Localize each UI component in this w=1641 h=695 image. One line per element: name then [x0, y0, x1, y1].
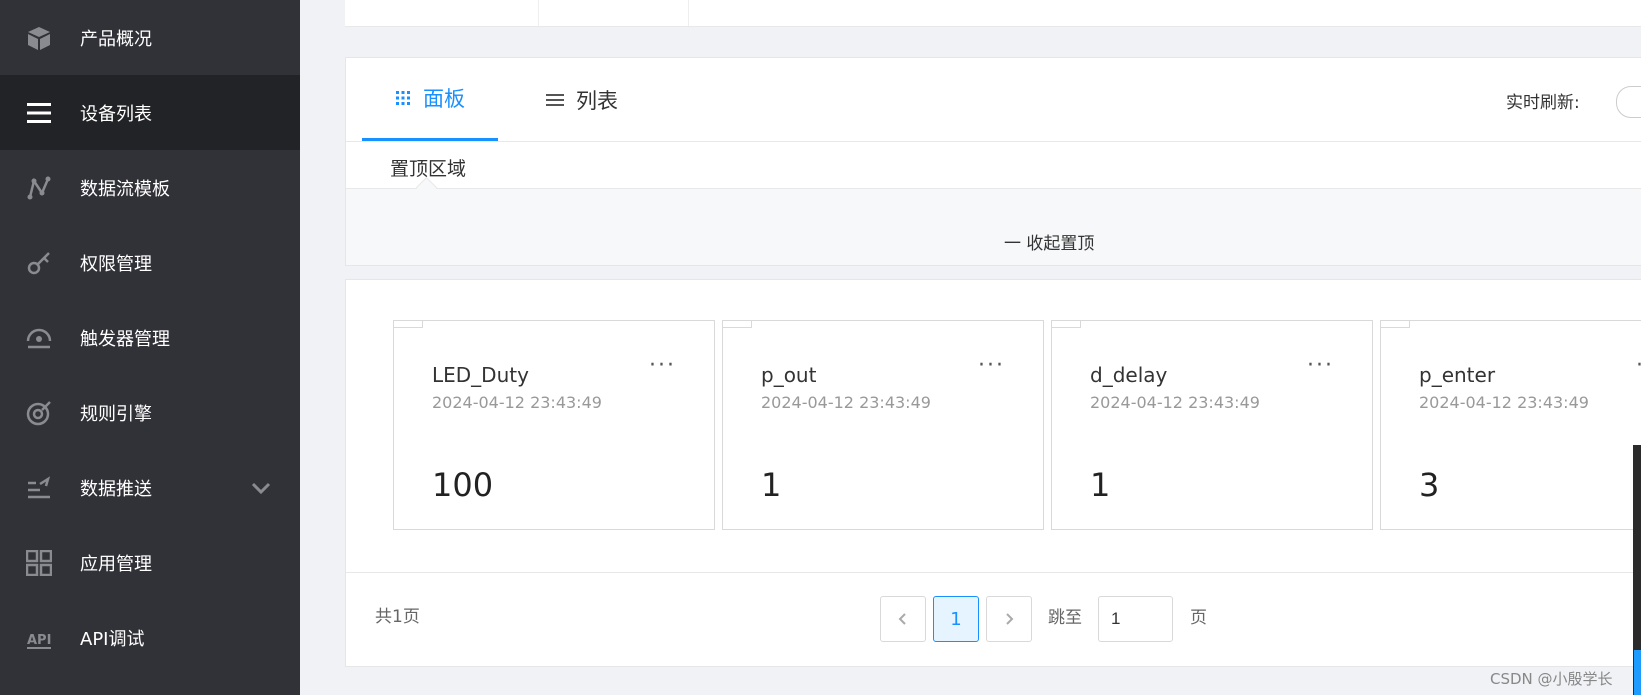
svg-text:API: API	[27, 633, 51, 648]
sidebar-item-rule-engine[interactable]: 规则引擎	[0, 375, 300, 450]
rule-engine-icon	[26, 400, 52, 426]
list-icon	[26, 100, 52, 126]
chevron-right-icon	[1006, 613, 1014, 625]
sidebar-item-api-debug[interactable]: API API调试	[0, 600, 300, 675]
card-name: p_out	[761, 363, 817, 387]
next-page-button[interactable]	[986, 596, 1032, 642]
more-options-icon[interactable]: ···	[1636, 353, 1641, 378]
tab-list[interactable]: 列表	[546, 58, 618, 141]
card-corner	[1381, 321, 1410, 328]
sidebar-item-label: 数据流模板	[80, 178, 170, 200]
sidebar-item-label: 权限管理	[80, 253, 152, 275]
pinned-area: 一 收起置顶	[346, 188, 1641, 265]
datastream-cards-panel: LED_Duty ··· 2024-04-12 23:43:49 100 p_o…	[345, 279, 1641, 667]
cube-icon	[26, 25, 52, 51]
sidebar-item-permissions[interactable]: 权限管理	[0, 225, 300, 300]
card-corner	[723, 321, 752, 328]
chevron-left-icon	[898, 613, 906, 625]
key-icon	[26, 250, 52, 276]
top-strip	[345, 0, 1641, 27]
datastream-card[interactable]: p_out ··· 2024-04-12 23:43:49 1	[722, 320, 1044, 530]
jump-to-label: 跳至	[1048, 608, 1082, 628]
card-name: LED_Duty	[432, 363, 529, 387]
trigger-icon	[26, 325, 52, 351]
more-options-icon[interactable]: ···	[649, 353, 676, 378]
sidebar-item-label: 设备列表	[80, 103, 152, 125]
datastream-card[interactable]: d_delay ··· 2024-04-12 23:43:49 1	[1051, 320, 1373, 530]
card-value: 1	[761, 466, 782, 504]
card-corner	[394, 321, 423, 328]
datastream-card[interactable]: LED_Duty ··· 2024-04-12 23:43:49 100	[393, 320, 715, 530]
jump-page-input[interactable]	[1098, 596, 1173, 642]
card-value: 1	[1090, 466, 1111, 504]
pinned-area-title: 置顶区域	[390, 158, 467, 180]
data-push-icon	[26, 475, 52, 501]
sidebar-item-label: 应用管理	[80, 553, 152, 575]
page-number-button[interactable]: 1	[933, 596, 979, 642]
card-timestamp: 2024-04-12 23:43:49	[1090, 393, 1260, 412]
sidebar-item-app-management[interactable]: 应用管理	[0, 525, 300, 600]
card-name: p_enter	[1419, 363, 1496, 387]
api-icon: API	[26, 625, 52, 651]
card-timestamp: 2024-04-12 23:43:49	[432, 393, 602, 412]
sidebar-item-data-push[interactable]: 数据推送	[0, 450, 300, 525]
card-timestamp: 2024-04-12 23:43:49	[1419, 393, 1589, 412]
menu-lines-icon	[546, 92, 564, 108]
card-value: 100	[432, 466, 494, 504]
card-corner	[1052, 321, 1081, 328]
datastream-card[interactable]: p_enter ··· 2024-04-12 23:43:49 3	[1380, 320, 1641, 530]
card-timestamp: 2024-04-12 23:43:49	[761, 393, 931, 412]
realtime-refresh-label: 实时刷新:	[1506, 93, 1580, 113]
flow-icon	[26, 175, 52, 201]
card-value: 3	[1419, 466, 1440, 504]
sidebar: 产品概况 设备列表 数据流模板 权限管理 触发器管理 规则引擎 数据推送 应用管…	[0, 0, 300, 695]
prev-page-button[interactable]	[880, 596, 926, 642]
view-panel: 面板 列表 实时刷新: 置顶区域 一 收起置顶	[345, 57, 1641, 266]
apps-grid-icon	[26, 549, 52, 576]
divider	[538, 0, 539, 26]
grid-dots-icon	[395, 90, 411, 106]
tab-board[interactable]: 面板	[362, 58, 498, 141]
realtime-refresh-toggle[interactable]	[1616, 86, 1641, 118]
sidebar-item-triggers[interactable]: 触发器管理	[0, 300, 300, 375]
scrollbar-accent	[1634, 650, 1641, 695]
sidebar-item-label: 产品概况	[80, 28, 152, 50]
sidebar-item-device-list[interactable]: 设备列表	[0, 75, 300, 150]
total-pages-label: 共1页	[375, 607, 420, 627]
sidebar-item-label: 数据推送	[80, 478, 152, 500]
tab-list-label: 列表	[576, 88, 618, 113]
divider	[346, 141, 1641, 142]
more-options-icon[interactable]: ···	[978, 353, 1005, 378]
sidebar-item-product-overview[interactable]: 产品概况	[0, 0, 300, 75]
watermark: CSDN @小殷学长	[1490, 670, 1613, 688]
page-suffix-label: 页	[1190, 608, 1207, 628]
divider	[346, 572, 1641, 573]
divider	[688, 0, 689, 26]
tab-board-label: 面板	[423, 87, 465, 111]
sidebar-item-label: 触发器管理	[80, 328, 170, 350]
chevron-down-icon[interactable]	[250, 477, 272, 499]
sidebar-item-label: 规则引擎	[80, 403, 152, 425]
card-name: d_delay	[1090, 363, 1168, 387]
sidebar-item-dataflow-template[interactable]: 数据流模板	[0, 150, 300, 225]
more-options-icon[interactable]: ···	[1307, 353, 1334, 378]
collapse-pinned-button[interactable]: 一 收起置顶	[1004, 229, 1094, 254]
sidebar-item-label: API调试	[80, 628, 145, 650]
